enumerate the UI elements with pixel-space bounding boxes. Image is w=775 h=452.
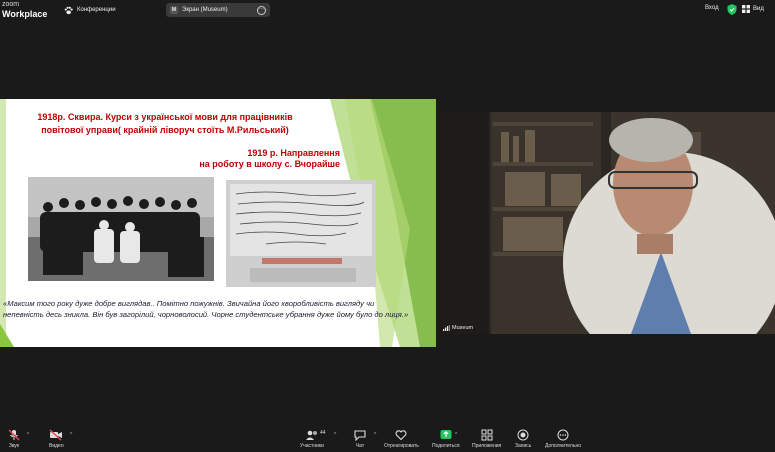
screen-owner-badge: M: [170, 6, 178, 14]
participants-label: Участники: [300, 443, 324, 449]
more-dots-icon: [557, 429, 569, 441]
participants-icon: [305, 430, 317, 440]
slide-quote: «Максим того року дуже добре виглядав.. …: [3, 299, 409, 319]
slide-subtitle: 1919 р. Направлення на роботу в школу с.…: [178, 148, 340, 170]
share-label: Поделиться: [432, 443, 460, 449]
shield-icon[interactable]: [727, 4, 737, 15]
bottom-toolbar: Звук ^ Видео ^ Участники 44 ^ Чат ^ Отре…: [0, 425, 775, 452]
logo-workplace-text: Workplace: [2, 9, 48, 19]
record-button[interactable]: Запись: [515, 429, 531, 449]
chat-icon: [354, 430, 366, 441]
apps-label: Приложения: [472, 443, 502, 449]
screen-share-indicator[interactable]: M Экран (Museum) ···: [166, 3, 270, 17]
participants-caret-icon[interactable]: ^: [334, 432, 336, 438]
chat-button[interactable]: Чат: [354, 429, 366, 449]
document-photo: [226, 180, 376, 287]
chat-label: Чат: [355, 443, 365, 449]
chat-caret-icon[interactable]: ^: [374, 432, 376, 438]
paw-icon: [64, 6, 73, 14]
slide-title-line1: 1918р. Сквира. Курси з української мови …: [37, 112, 293, 122]
apps-icon: [481, 429, 493, 441]
grid-icon: [742, 5, 750, 13]
logo-zoom-text: zoom: [2, 1, 20, 8]
apps-button[interactable]: Приложения: [472, 429, 501, 449]
zoom-logo: zoom Workplace: [2, 1, 48, 19]
audio-caret-icon[interactable]: ^: [27, 432, 29, 438]
more-label: Дополнительно: [545, 443, 581, 449]
group-photo: [28, 177, 214, 281]
camera-off-icon: [49, 429, 63, 441]
share-screen-icon: [440, 430, 452, 439]
record-label: Запись: [515, 443, 532, 449]
participants-count: 44: [320, 430, 326, 436]
react-button[interactable]: Отреагировать: [384, 429, 419, 449]
view-button[interactable]: Вид: [742, 5, 764, 13]
slide-title: 1918р. Сквира. Курси з української мови …: [0, 111, 330, 137]
conferences-button[interactable]: Конференции: [64, 4, 116, 16]
screen-label: Экран (Museum): [182, 7, 228, 13]
react-label: Отреагировать: [384, 443, 419, 449]
audio-label: Звук: [8, 443, 20, 449]
mic-muted-icon: [8, 429, 20, 441]
camera-name: Museum: [452, 325, 474, 331]
record-icon: [517, 429, 529, 441]
top-bar: zoom Workplace Конференции M Экран (Muse…: [0, 0, 775, 20]
slide-subtitle-line2: на роботу в школу с. Вчорайше: [199, 159, 340, 169]
signin-button[interactable]: Вход: [705, 5, 719, 11]
view-label: Вид: [753, 6, 764, 12]
audio-button[interactable]: Звук: [8, 429, 20, 449]
video-caret-icon[interactable]: ^: [70, 432, 72, 438]
video-label: Видео: [49, 443, 64, 449]
signal-bars-icon: [443, 325, 450, 331]
share-caret-icon[interactable]: ^: [455, 432, 457, 438]
slide-subtitle-line1: 1919 р. Направлення: [247, 148, 340, 158]
video-button[interactable]: Видео: [49, 429, 64, 449]
heart-icon: [395, 430, 407, 441]
camera-video[interactable]: [441, 112, 775, 334]
more-options-icon[interactable]: ···: [257, 6, 266, 15]
shared-slide: 1918р. Сквира. Курси з української мови …: [0, 99, 436, 347]
more-button[interactable]: Дополнительно: [545, 429, 581, 449]
conferences-label: Конференции: [77, 7, 116, 13]
camera-name-tag: Museum: [443, 325, 473, 331]
slide-title-line2: повітової управи( крайній ліворуч стоїть…: [41, 125, 289, 135]
